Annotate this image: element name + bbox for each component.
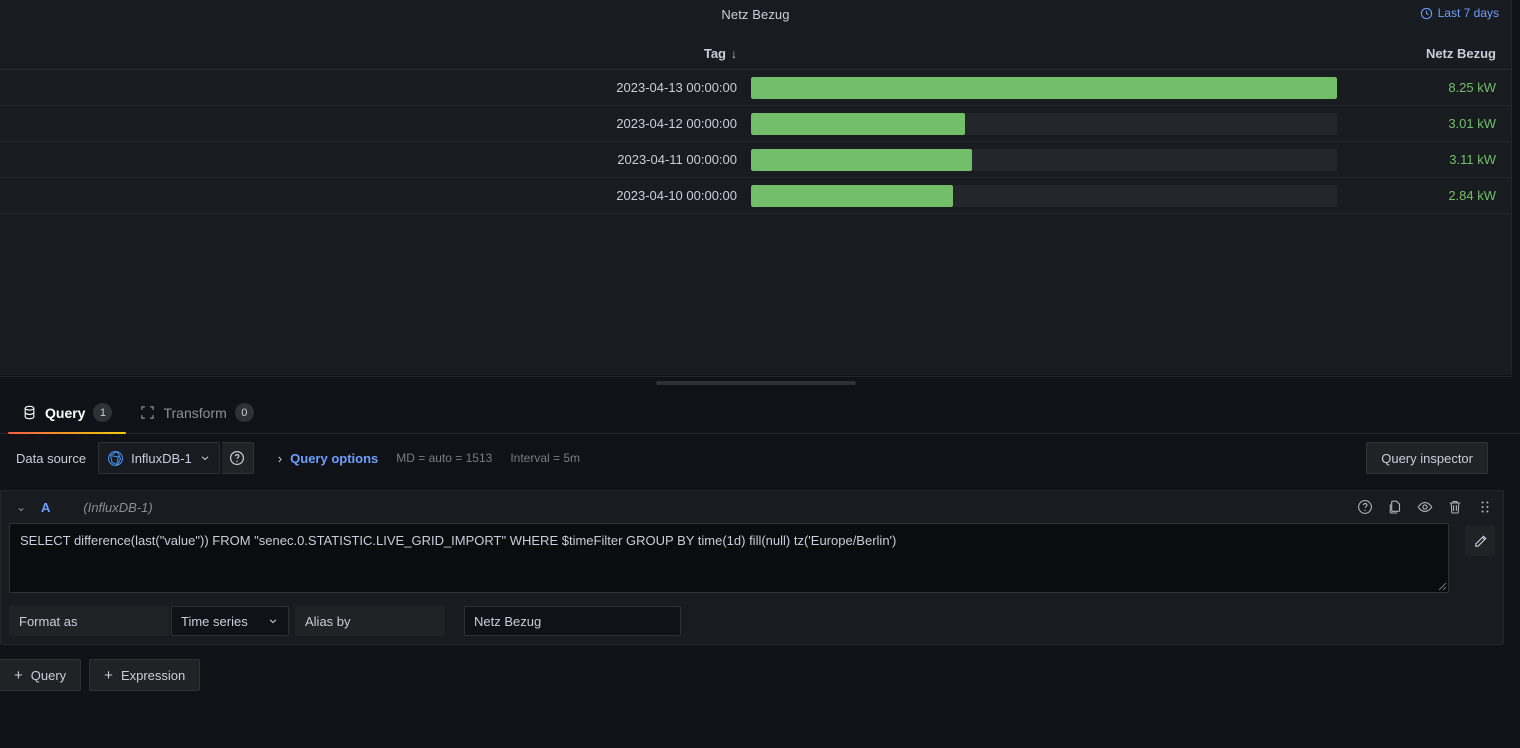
database-icon (24, 405, 35, 420)
cell-tag: 2023-04-11 00:00:00 (617, 152, 737, 167)
add-expression-label: Expression (120, 667, 186, 683)
time-range-picker[interactable]: Last 7 days (1416, 4, 1503, 22)
gauge-fill (751, 184, 953, 207)
cell-gauge (745, 76, 1345, 99)
datasource-label: Data source (16, 450, 87, 466)
datasource-picker[interactable]: InfluxDB-1 (98, 442, 220, 474)
chevron-right-icon: › (277, 450, 283, 466)
format-as-value: Time series (181, 613, 248, 629)
query-refid[interactable]: A (41, 500, 50, 515)
format-as-label: Format as (9, 606, 169, 636)
query-inspector-label: Query inspector (1381, 450, 1473, 466)
tab-transform-label: Transform (163, 404, 227, 421)
cell-gauge (745, 112, 1345, 135)
panel-header: Netz Bezug Last 7 days (0, 0, 1511, 28)
query-options-toggle[interactable]: › Query options (278, 451, 378, 466)
splitter-handle[interactable] (656, 380, 856, 385)
cell-value: 3.11 kW (1449, 152, 1496, 167)
alias-by-input[interactable] (464, 606, 681, 636)
sql-editor-wrapper (9, 523, 1495, 598)
column-header-value[interactable]: Netz Bezug (745, 46, 1512, 61)
add-query-button[interactable]: + Query (0, 659, 82, 691)
table-row: 2023-04-12 00:00:00 3.01 kW (0, 106, 1512, 142)
table-header-row: Tag ↓ Netz Bezug (0, 38, 1512, 70)
help-circle-icon[interactable] (1357, 499, 1373, 515)
gauge-track (751, 184, 1337, 207)
table-body: 2023-04-13 00:00:00 8.25 kW 2023-04-12 00:… (0, 70, 1512, 214)
query-inspector-button[interactable]: Query inspector (1366, 442, 1488, 474)
datasource-selected-label: InfluxDB-1 (131, 450, 192, 466)
chevron-down-icon (269, 619, 277, 624)
clock-icon (1420, 7, 1432, 19)
query-options-label: Query options (290, 450, 379, 466)
gauge-track (751, 76, 1337, 99)
format-row: Format as Time series Alias by (1, 598, 1503, 644)
table-row: 2023-04-11 00:00:00 3.11 kW (0, 142, 1512, 178)
duplicate-icon[interactable] (1387, 499, 1403, 515)
cell-tag: 2023-04-13 00:00:00 (616, 80, 737, 95)
panel-splitter[interactable] (0, 376, 1512, 388)
cell-value: 2.84 kW (1448, 188, 1496, 203)
interval-meta: Interval = 5m (510, 451, 581, 465)
table-row: 2023-04-13 00:00:00 8.25 kW (0, 70, 1512, 106)
add-expression-button[interactable]: + Expression (89, 659, 201, 691)
tab-query[interactable]: Query 1 (8, 392, 127, 434)
chevron-down-icon (201, 456, 209, 461)
gauge-fill (751, 148, 972, 171)
cell-gauge (745, 148, 1345, 171)
time-range-label: Last 7 days (1437, 6, 1499, 20)
add-buttons-row: + Query + Expression (0, 645, 1520, 691)
tab-transform-badge: 0 (234, 403, 254, 422)
cell-gauge (745, 184, 1345, 207)
chevron-down-icon[interactable]: ⌄ (9, 500, 33, 514)
influxdb-icon (108, 450, 124, 466)
pencil-icon (1474, 534, 1487, 547)
visualization-panel: Netz Bezug Last 7 days Tag ↓ Netz Bezug … (0, 0, 1512, 385)
max-data-points-meta: MD = auto = 1513 (396, 451, 493, 465)
tab-query-badge: 1 (93, 403, 113, 422)
transform-icon (141, 406, 155, 419)
column-header-tag[interactable]: Tag ↓ (0, 46, 745, 61)
eye-icon[interactable] (1417, 499, 1433, 515)
gauge-fill (751, 112, 965, 135)
query-row-actions (1357, 491, 1493, 523)
sort-desc-icon: ↓ (731, 46, 737, 61)
add-query-label: Query (30, 667, 67, 683)
cell-tag: 2023-04-12 00:00:00 (616, 116, 737, 131)
sql-edit-button[interactable] (1465, 526, 1495, 556)
cell-tag: 2023-04-10 00:00:00 (616, 188, 737, 203)
panel-title: Netz Bezug (721, 6, 790, 22)
cell-value: 3.01 kW (1448, 116, 1496, 131)
drag-handle-icon[interactable] (1477, 499, 1493, 515)
table-row: 2023-04-10 00:00:00 2.84 kW (0, 178, 1512, 214)
editor-tabs: Query 1 Transform 0 (0, 392, 1520, 434)
gauge-track (751, 112, 1337, 135)
query-datasource-note: (InfluxDB-1) (83, 499, 153, 515)
gauge-track (751, 148, 1337, 171)
cell-value: 8.25 kW (1448, 80, 1496, 95)
query-row-header: ⌄ A (InfluxDB-1) (1, 491, 1503, 523)
datasource-help-button[interactable] (221, 442, 254, 474)
tab-query-label: Query (45, 404, 86, 421)
query-editor-pane: Query 1 Transform 0 Data source InfluxDB… (0, 392, 1520, 748)
sql-query-input[interactable] (9, 523, 1449, 593)
plus-icon: + (104, 666, 113, 684)
column-header-tag-label: Tag (703, 46, 726, 61)
trash-icon[interactable] (1447, 499, 1463, 515)
tab-transform[interactable]: Transform 0 (126, 392, 267, 433)
gauge-fill (751, 76, 1337, 99)
query-row-a: ⌄ A (InfluxDB-1) SELECT difference(last(… (0, 490, 1504, 645)
format-as-select[interactable]: Time series (171, 606, 289, 636)
alias-by-label: Alias by (295, 606, 445, 636)
datasource-row: Data source InfluxDB-1 › Query options M (0, 434, 1520, 482)
column-header-value-label: Netz Bezug (1425, 46, 1496, 61)
gauge-table: Tag ↓ Netz Bezug 2023-04-13 00:00:00 8.25… (0, 38, 1512, 214)
help-circle-icon (230, 450, 245, 466)
plus-icon: + (14, 666, 23, 684)
